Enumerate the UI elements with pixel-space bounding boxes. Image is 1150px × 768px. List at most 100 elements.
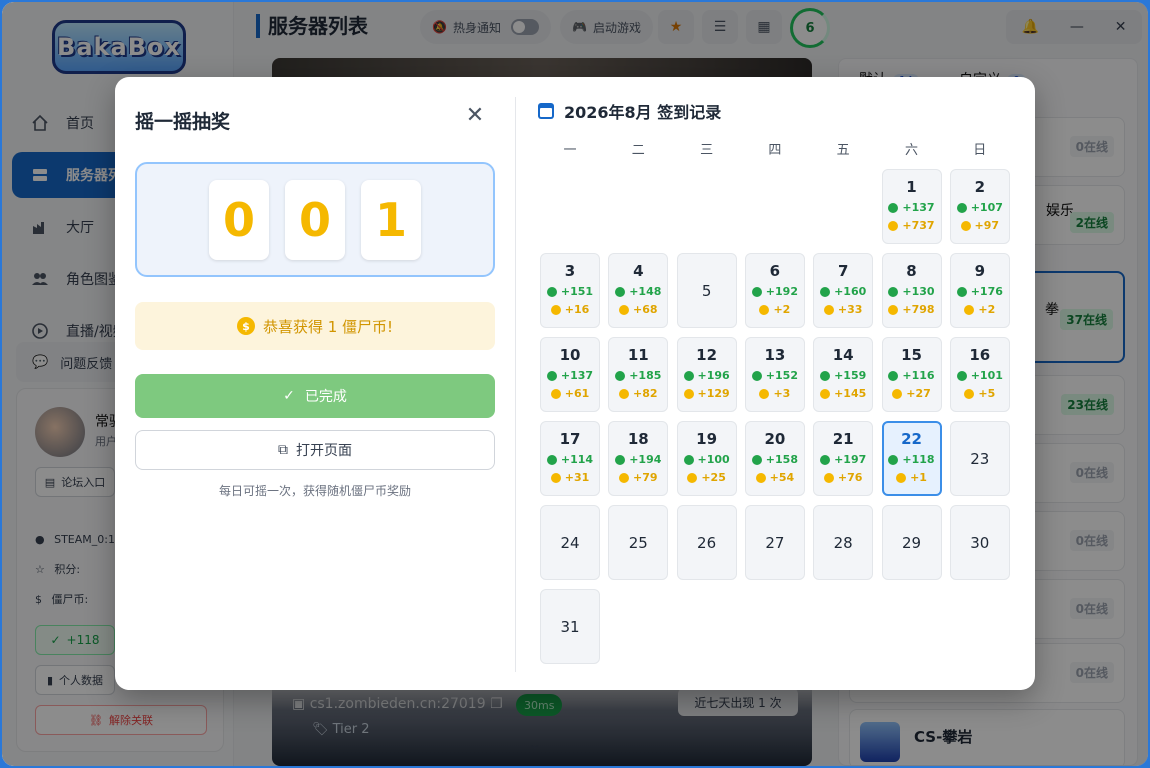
day-coins: +1	[896, 469, 927, 487]
day-points: +118	[888, 451, 935, 469]
day-number: 7	[837, 262, 849, 280]
calendar-day[interactable]: 16 +101 +5	[949, 337, 1010, 412]
calendar-day[interactable]: 13 +152 +3	[744, 337, 805, 412]
calendar-day[interactable]: 20 +158 +54	[744, 421, 805, 496]
check-circle-icon	[546, 287, 557, 297]
calendar-day[interactable]: 12 +196 +129	[676, 337, 737, 412]
completed-button[interactable]: ✓ 已完成	[135, 374, 495, 418]
calendar-day-today[interactable]: 22 +118 +1	[881, 421, 942, 496]
calendar-day[interactable]: 31	[540, 589, 600, 664]
calendar-day[interactable]: 28	[813, 505, 874, 580]
day-coins: +5	[964, 385, 995, 403]
coin-icon	[888, 221, 899, 231]
calendar-day[interactable]: 18 +194 +79	[608, 421, 669, 496]
calendar-day[interactable]: 14 +159 +145	[813, 337, 874, 412]
points-value: +130	[902, 285, 935, 298]
weekday-label: 一	[563, 143, 577, 158]
coins-value: +1	[910, 471, 927, 484]
day-number: 3	[564, 262, 576, 280]
day-coins: +145	[820, 385, 866, 403]
coin-icon	[823, 305, 834, 315]
calendar-day[interactable]: 30	[949, 505, 1010, 580]
day-coins: +76	[823, 469, 862, 487]
slot-machine: 0 0 1	[135, 162, 495, 277]
calendar-day[interactable]: 25	[608, 505, 669, 580]
calendar-day[interactable]: 23	[949, 421, 1010, 496]
calendar-day[interactable]: 15 +116 +27	[881, 337, 942, 412]
calendar-day[interactable]: 1 +137 +737	[881, 169, 942, 244]
day-points: +116	[888, 367, 935, 385]
day-number: 2	[974, 178, 986, 196]
points-value: +160	[834, 285, 867, 298]
calendar-day[interactable]: 7 +160 +33	[813, 253, 874, 328]
dialog-title: 摇一摇抽奖	[135, 111, 231, 133]
day-points: +151	[546, 283, 593, 301]
calendar-day[interactable]: 5	[676, 253, 737, 328]
calendar-day[interactable]: 21 +197 +76	[813, 421, 874, 496]
day-number: 4	[633, 262, 644, 280]
calendar-day[interactable]: 26	[676, 505, 737, 580]
day-points: +137	[888, 199, 935, 217]
calendar-day[interactable]: 19 +100 +25	[676, 421, 737, 496]
slot-digit: 0	[209, 180, 269, 260]
day-coins: +25	[687, 469, 726, 487]
day-points: +185	[615, 367, 661, 385]
calendar-day[interactable]: 11 +185 +82	[608, 337, 669, 412]
check-circle-icon	[615, 455, 626, 465]
calendar-day[interactable]: 8 +130 +798	[881, 253, 942, 328]
day-points: +101	[956, 367, 1003, 385]
calendar-day[interactable]: 29	[881, 505, 942, 580]
points-value: +116	[902, 369, 935, 382]
points-value: +196	[697, 369, 730, 382]
calendar-day[interactable]: 6 +192 +2	[744, 253, 805, 328]
day-points: +130	[888, 283, 935, 301]
calendar-day[interactable]: 27	[744, 505, 805, 580]
day-coins: +79	[619, 469, 658, 487]
day-number: 25	[628, 533, 648, 552]
day-number: 26	[697, 533, 717, 552]
points-value: +107	[970, 201, 1003, 214]
check-circle-icon	[751, 287, 762, 297]
external-window-icon: ⧉	[278, 442, 288, 458]
coins-value: +145	[834, 387, 867, 400]
day-number: 31	[560, 617, 580, 636]
weekday-label: 二	[631, 143, 645, 158]
day-points: +196	[683, 367, 730, 385]
day-number: 24	[560, 533, 580, 552]
day-points: +192	[751, 283, 798, 301]
day-number: 6	[769, 262, 781, 280]
points-value: +159	[834, 369, 867, 382]
calendar-day[interactable]: 10 +137 +61	[540, 337, 600, 412]
coin-icon	[619, 473, 630, 483]
coins-value: +54	[769, 471, 795, 484]
day-coins: +2	[964, 301, 995, 319]
coins-value: +16	[564, 303, 590, 316]
calendar-day[interactable]: 4 +148 +68	[608, 253, 669, 328]
calendar-day[interactable]: 9 +176 +2	[949, 253, 1010, 328]
calendar-day[interactable]: 17 +114 +31	[540, 421, 600, 496]
points-value: +152	[765, 369, 798, 382]
day-points: +194	[615, 451, 661, 469]
day-coins: +737	[888, 217, 935, 235]
points-value: +114	[560, 453, 594, 466]
day-number: 1	[906, 178, 917, 196]
open-page-button[interactable]: ⧉ 打开页面	[135, 430, 495, 470]
points-value: +137	[902, 201, 935, 214]
day-coins: +97	[960, 217, 999, 235]
calendar-day[interactable]: 3 +151 +16	[540, 253, 600, 328]
points-value: +118	[902, 453, 935, 466]
calendar-title: 2026年8月 签到记录	[564, 103, 722, 122]
day-number: 30	[970, 533, 990, 552]
close-icon[interactable]: ✕	[465, 105, 485, 127]
check-circle-icon	[683, 455, 694, 465]
coins-value: +68	[633, 303, 658, 316]
day-number: 19	[696, 430, 718, 448]
points-value: +176	[970, 285, 1003, 298]
day-coins: +54	[755, 469, 795, 487]
coin-icon	[896, 473, 907, 483]
calendar-day[interactable]: 24	[540, 505, 600, 580]
calendar-day[interactable]: 2 +107 +97	[949, 169, 1010, 244]
check-icon: ✓	[283, 388, 295, 404]
weekday-label: 日	[973, 143, 987, 158]
divider	[515, 97, 516, 672]
